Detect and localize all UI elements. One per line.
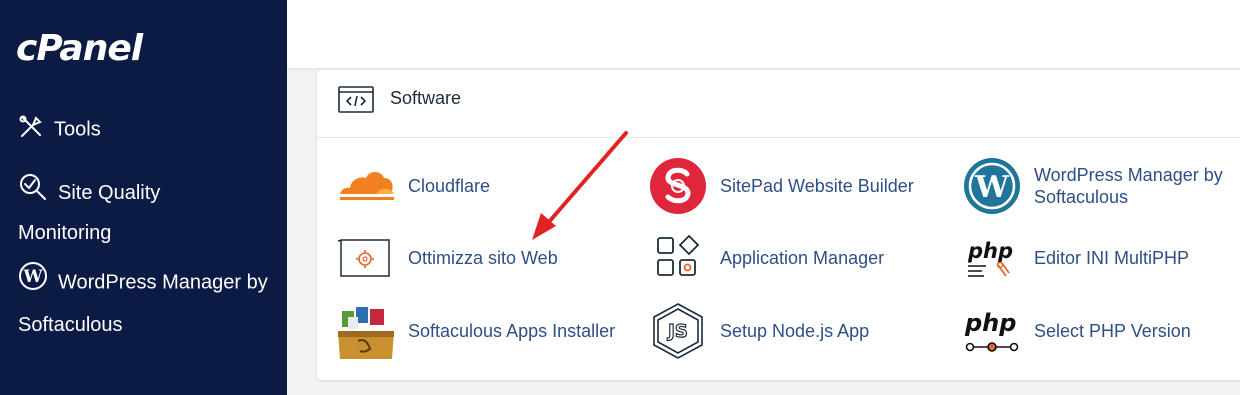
app-select-php-version[interactable]: php Select PHP Version [962,301,1240,361]
section-header[interactable]: Software [317,70,1240,138]
wordpress-icon: W [962,156,1022,216]
application-manager-icon [648,228,708,288]
cpanel-logo[interactable]: cPanel [16,28,143,69]
sitepad-icon [648,156,708,216]
app-ottimizza-sito-web[interactable]: Ottimizza sito Web [336,228,616,288]
app-label: Application Manager [720,248,885,268]
select-php-icon: php [962,301,1022,361]
app-label: Setup Node.js App [720,321,870,341]
app-editor-ini-multiphp[interactable]: php Editor INI MultiPHP [962,228,1240,288]
app-cloudflare[interactable]: Cloudflare [336,156,616,216]
code-window-icon [338,86,374,119]
app-label: Softaculous Apps Installer [408,321,616,341]
app-label: Select PHP Version [1034,321,1191,341]
sidebar-item-label: Tools [54,118,101,141]
svg-text:JS: JS [666,321,688,342]
app-label: Editor INI MultiPHP [1034,248,1190,268]
app-setup-nodejs[interactable]: JS Setup Node.js App [648,301,938,361]
optimize-website-icon [336,228,396,288]
app-wordpress-manager[interactable]: W WordPress Manager by Softaculous [962,156,1240,216]
app-label: Ottimizza sito Web [408,248,558,268]
software-section: Software Cloudflare SitePad Website Buil… [317,70,1240,380]
sidebar-item-site-quality-monitoring[interactable]: Site Quality Monitoring [18,172,258,252]
softaculous-icon [336,301,396,361]
php-ini-editor-icon: php [962,228,1022,288]
app-softaculous-apps-installer[interactable]: Softaculous Apps Installer [336,301,636,361]
sidebar: cPanel Tools Site Quality Monitoring W W… [0,0,287,395]
sidebar-item-tools[interactable]: Tools [18,114,101,146]
svg-text:php: php [967,239,1013,263]
app-label: WordPress Manager by Softaculous [1034,165,1223,207]
svg-text:php: php [964,309,1016,337]
cloudflare-icon [336,156,396,216]
site-quality-icon [18,172,48,215]
top-bar [287,0,1240,68]
tools-icon [18,114,44,146]
app-label: SitePad Website Builder [720,176,914,196]
sidebar-item-wordpress-manager[interactable]: W WordPress Manager by Softaculous [18,261,268,345]
svg-text:W: W [974,170,1010,205]
sidebar-item-label: WordPress Manager by Softaculous [18,271,268,336]
section-title: Software [390,88,462,108]
app-application-manager[interactable]: Application Manager [648,228,938,288]
app-label: Cloudflare [408,176,491,196]
svg-text:W: W [22,267,43,287]
app-sitepad-website-builder[interactable]: SitePad Website Builder [648,156,938,216]
wordpress-icon: W [18,261,48,305]
nodejs-icon: JS [648,301,708,361]
